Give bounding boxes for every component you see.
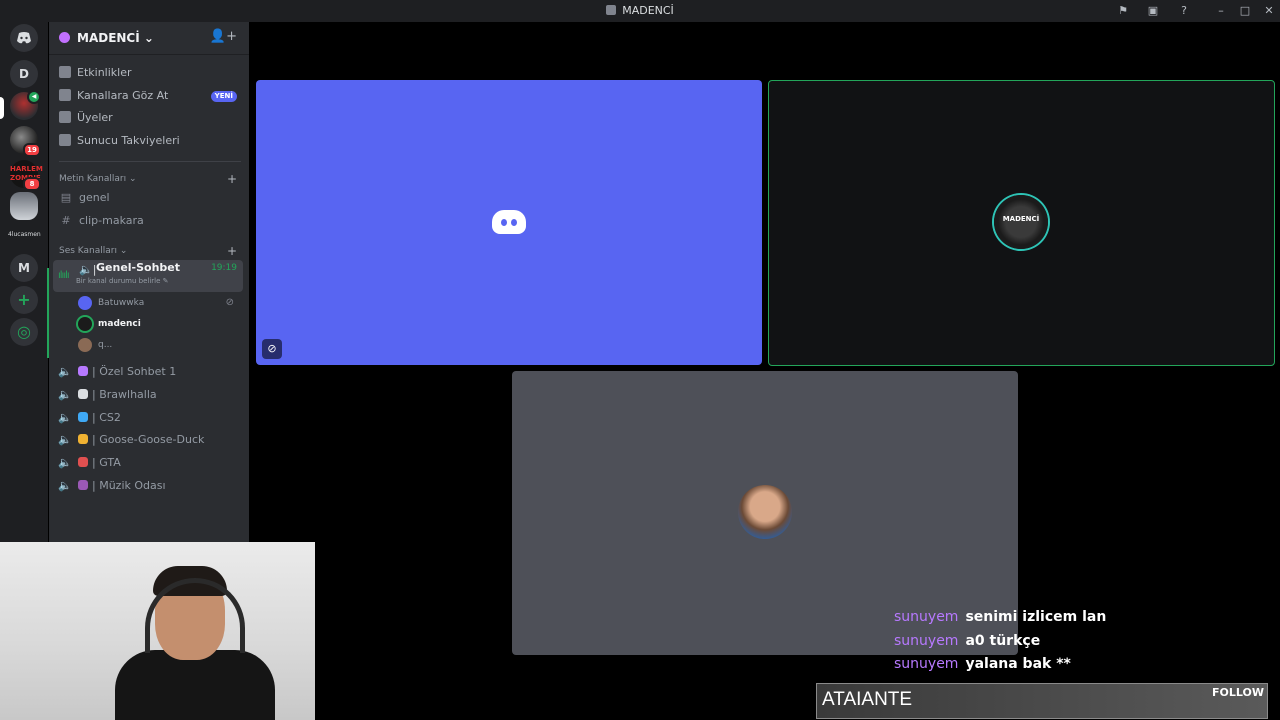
speaker-icon: 🔈 [58,456,72,469]
follow-alert: ATAIANTE FOLLOW [816,683,1268,719]
members-icon [59,111,71,123]
flag-icon[interactable]: ⚑ [1116,4,1130,18]
mention-badge: 8 [23,177,41,191]
chat-message: sunuyem yalana bak ** [894,656,1071,672]
streamer-figure [115,566,275,720]
avatar [78,296,92,310]
server-3[interactable]: HARLEM ZOMBIE8 [10,160,43,191]
follow-label: FOLLOW [1212,686,1264,699]
voice-user[interactable]: q... [78,335,238,355]
inbox-icon[interactable]: ▣ [1146,4,1160,18]
server-name: MADENCİ ⌄ [77,31,154,45]
channel-clip-makara[interactable]: # clip-makara [55,211,243,231]
voice-channel-gta[interactable]: 🔈 | GTA [58,453,244,473]
voice-channel-muzik-odasi[interactable]: 🔈 | Müzik Odası [58,476,244,496]
add-channel-icon[interactable]: + [227,244,237,258]
discord-home-icon[interactable] [10,24,38,52]
channel-emoji [78,480,88,490]
invite-icon[interactable]: 👤+ [210,29,237,44]
close-button[interactable]: ✕ [1262,4,1276,18]
mention-badge: 19 [23,143,41,157]
channel-status[interactable]: Bir kanal durumu belirle ✎ [76,276,169,286]
divider [59,161,241,162]
voice-timer: 19:19 [211,263,237,273]
server-m[interactable]: M [10,254,38,282]
add-channel-icon[interactable]: + [227,172,237,186]
speaker-icon: 🔈 [58,365,72,378]
muted-icon: ⊘ [262,339,282,359]
chat-message: sunuyem a0 türkçe [894,633,1041,649]
title-bar: MADENCİ ⚑ ▣ ? – □ ✕ [0,0,1280,22]
channel-emoji [78,389,88,399]
channel-emoji [78,412,88,422]
calendar-icon [59,66,71,78]
add-server-icon[interactable]: + [10,286,38,314]
selected-server-pill [0,97,4,119]
voice-channel-brawlhalla[interactable]: 🔈 | Brawlhalla [58,385,244,405]
menu-members[interactable]: Üyeler [59,108,241,128]
avatar [78,317,92,331]
voice-activity-icon: ılıılı [58,270,70,281]
channel-emoji [78,457,88,467]
speaker-icon: 🔈 [58,388,72,401]
browse-icon [59,89,71,101]
category-text-channels[interactable]: Metin Kanalları ⌄ + [59,172,241,186]
muted-icon: ⊘ [225,297,234,308]
streamer-webcam [0,542,315,720]
channel-emoji [78,434,88,444]
boost-icon [59,134,71,146]
server-d[interactable]: D [10,60,38,88]
voice-user[interactable]: Batuwwka ⊘ [78,293,238,313]
voice-connected-line [47,268,49,358]
user-avatar [738,485,792,539]
voice-channel-cs2[interactable]: 🔈 | CS2 [58,408,244,428]
hash-icon: # [61,214,71,227]
category-voice-channels[interactable]: Ses Kanalları ⌄ + [59,244,241,258]
window-title: MADENCİ [0,4,1280,17]
menu-browse-channels[interactable]: Kanallara Göz At YENİ [59,86,241,106]
menu-events[interactable]: Etkinlikler [59,63,241,83]
server-badge-icon [59,32,70,43]
maximize-button[interactable]: □ [1238,4,1252,18]
chat-message: sunuyem senimi izlicem lan [894,609,1107,625]
help-icon[interactable]: ? [1177,4,1191,18]
voice-active-icon: ◀ [27,90,41,104]
discord-logo-icon [492,210,526,234]
madenci-avatar: MADENCİ [994,195,1048,249]
server-2[interactable]: 19 [10,126,41,157]
server-madenci[interactable]: ◀ [10,90,41,120]
rules-channel-icon: ▤ [60,191,72,204]
menu-boosts[interactable]: Sunucu Takviyeleri [59,131,241,151]
server-text[interactable]: 4lucasmen [8,231,41,238]
minimize-button[interactable]: – [1214,4,1228,18]
server-icon [606,5,617,15]
speaker-icon: 🔈 [58,411,72,424]
new-badge: YENİ [210,91,237,102]
speaker-icon: 🔈 [58,479,72,492]
video-tile-batuwwka[interactable]: ⊘ [256,80,762,365]
avatar [78,338,92,352]
channel-emoji [78,366,88,376]
voice-channel-ozel-sohbet-1[interactable]: 🔈 | Özel Sohbet 1 [58,362,244,382]
explore-icon[interactable]: ◎ [10,318,38,346]
voice-user[interactable]: madenci [78,314,238,334]
voice-channel-goose-goose-duck[interactable]: 🔈 | Goose-Goose-Duck [58,430,244,450]
server-4[interactable] [10,192,38,220]
video-tile-madenci[interactable]: MADENCİ [768,80,1275,366]
server-header[interactable]: MADENCİ ⌄ 👤+ [49,22,249,55]
follower-name: ATAIANTE [822,689,913,710]
voice-channel-genel-sohbet[interactable]: ılıılı 🔈| Genel-Sohbet 19:19 Bir kanal d… [53,260,243,292]
speaker-icon: 🔈 [58,433,72,446]
channel-genel[interactable]: ▤ genel [55,188,243,208]
